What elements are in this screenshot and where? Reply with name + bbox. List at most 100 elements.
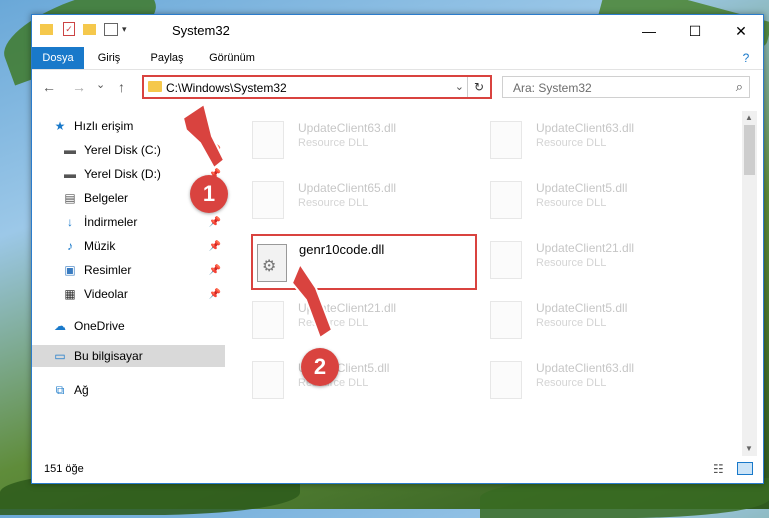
maximize-button[interactable]: ☐ bbox=[672, 15, 718, 47]
sidebar-item-videos[interactable]: ▦ Videolar 📌 bbox=[62, 283, 225, 305]
address-bar[interactable]: C:\Windows\System32 ⌄ ↻ bbox=[142, 75, 492, 99]
back-icon[interactable]: ← bbox=[42, 79, 56, 95]
minimize-button[interactable]: — bbox=[626, 15, 672, 47]
search-input[interactable]: Ara: System32 ⌕ bbox=[502, 76, 750, 98]
sidebar-item-music[interactable]: ♪ Müzik 📌 bbox=[62, 235, 225, 257]
item-count: 151 öğe bbox=[44, 463, 84, 475]
computer-icon: ▭ bbox=[54, 349, 66, 363]
scroll-thumb[interactable] bbox=[744, 125, 755, 175]
videos-icon: ▦ bbox=[64, 287, 76, 301]
window-title: System32 bbox=[172, 23, 230, 38]
file-tile[interactable]: UpdateClient21.dll Resource DLL bbox=[230, 295, 450, 345]
sidebar-item-label: Resimler bbox=[84, 263, 132, 277]
file-name: UpdateClient63.dll bbox=[298, 121, 397, 135]
refresh-icon[interactable]: ↻ bbox=[467, 77, 490, 97]
sidebar-item-local-disk-c[interactable]: ▬ Yerel Disk (C:) 📌 bbox=[62, 139, 225, 161]
new-folder-icon[interactable] bbox=[83, 23, 96, 35]
star-icon: ★ bbox=[54, 119, 66, 133]
sidebar-item-quick-access[interactable]: ★ Hızlı erişim bbox=[52, 115, 225, 137]
tab-file[interactable]: Dosya bbox=[32, 47, 84, 69]
sidebar-item-label: Ağ bbox=[74, 383, 89, 397]
folder-icon bbox=[148, 81, 162, 92]
scroll-up-icon[interactable]: ▲ bbox=[745, 113, 753, 122]
explorer-window: ✓ ▾ System32 — ☐ ✕ Dosya Giriş Paylaş Gö… bbox=[31, 14, 764, 484]
recent-locations-icon[interactable]: ⌄ bbox=[96, 78, 105, 91]
dll-file-icon bbox=[490, 361, 522, 399]
gear-icon: ⚙ bbox=[262, 258, 277, 275]
file-name: UpdateClient21.dll bbox=[298, 301, 397, 315]
dll-file-icon bbox=[252, 121, 284, 159]
scroll-down-icon[interactable]: ▼ bbox=[745, 444, 753, 453]
file-tile[interactable]: UpdateClient5.dll Resource DLL bbox=[230, 355, 450, 405]
music-icon: ♪ bbox=[67, 239, 73, 253]
view-icon[interactable] bbox=[104, 22, 118, 36]
customize-dropdown-icon[interactable]: ▾ bbox=[122, 24, 127, 35]
tab-view[interactable]: Görünüm bbox=[200, 47, 264, 69]
network-icon: ⧉ bbox=[55, 382, 65, 397]
highlighted-file-tile[interactable]: ⚙ genr10code.dll bbox=[251, 234, 477, 290]
large-icons-view-icon[interactable] bbox=[737, 462, 753, 475]
title-bar: ✓ ▾ System32 — ☐ ✕ bbox=[32, 15, 763, 47]
file-tile[interactable]: UpdateClient63.dll Resource DLL bbox=[468, 115, 688, 165]
pin-icon: 📌 bbox=[208, 240, 221, 252]
file-tile[interactable]: UpdateClient63.dll Resource DLL bbox=[230, 115, 450, 165]
file-tile[interactable]: UpdateClient5.dll Resource DLL bbox=[468, 295, 688, 345]
file-tile[interactable]: UpdateClient5.dll Resource DLL bbox=[468, 175, 688, 225]
sidebar-item-downloads[interactable]: ↓ İndirmeler 📌 bbox=[62, 211, 225, 233]
drive-icon: ▬ bbox=[64, 143, 76, 157]
dll-file-icon bbox=[252, 301, 284, 339]
ribbon-tabs: Dosya Giriş Paylaş Görünüm ? bbox=[32, 47, 763, 70]
navigation-pane: ★ Hızlı erişim ▬ Yerel Disk (C:) 📌 ▬ Yer… bbox=[32, 111, 225, 441]
pin-icon: 📌 bbox=[208, 216, 221, 228]
navigation-bar: ← → ⌄ ↑ C:\Windows\System32 ⌄ ↻ Ara: Sys… bbox=[32, 70, 763, 104]
sidebar-item-label: Hızlı erişim bbox=[74, 119, 134, 133]
sidebar-item-this-pc[interactable]: ▭ Bu bilgisayar bbox=[32, 345, 225, 367]
file-name: UpdateClient5.dll bbox=[536, 181, 628, 195]
pin-icon: 📌 bbox=[208, 144, 221, 156]
sidebar-item-label: OneDrive bbox=[74, 319, 125, 333]
properties-icon[interactable]: ✓ bbox=[63, 22, 75, 36]
dll-file-icon bbox=[252, 181, 284, 219]
dll-file-icon bbox=[490, 241, 522, 279]
sidebar-item-label: Videolar bbox=[84, 287, 128, 301]
up-icon[interactable]: ↑ bbox=[118, 79, 125, 95]
file-type: Resource DLL bbox=[298, 197, 369, 209]
search-placeholder: Ara: System32 bbox=[513, 81, 592, 95]
help-icon[interactable]: ? bbox=[736, 47, 756, 69]
file-type: Resource DLL bbox=[536, 137, 607, 149]
file-tile[interactable]: UpdateClient21.dll Resource DLL bbox=[468, 235, 688, 285]
sidebar-item-label: İndirmeler bbox=[84, 215, 138, 229]
file-name: UpdateClient5.dll bbox=[536, 301, 628, 315]
search-icon: ⌕ bbox=[735, 79, 743, 94]
step-badge-2: 2 bbox=[301, 348, 339, 386]
file-tile[interactable]: UpdateClient63.dll Resource DLL bbox=[468, 355, 688, 405]
forward-icon[interactable]: → bbox=[72, 79, 86, 95]
sidebar-item-network[interactable]: ⧉ Ağ bbox=[52, 379, 225, 401]
details-view-icon[interactable]: ☷ bbox=[713, 462, 724, 476]
sidebar-item-label: Müzik bbox=[84, 239, 116, 253]
sidebar-item-label: Yerel Disk (C:) bbox=[84, 143, 161, 157]
tab-home[interactable]: Giriş bbox=[84, 47, 134, 69]
background-leaf bbox=[480, 478, 769, 518]
sidebar-item-pictures[interactable]: ▣ Resimler 📌 bbox=[62, 259, 225, 281]
close-button[interactable]: ✕ bbox=[718, 15, 764, 47]
sidebar-item-label: Yerel Disk (D:) bbox=[84, 167, 161, 181]
dll-file-icon bbox=[490, 121, 522, 159]
folder-icon[interactable] bbox=[40, 23, 53, 35]
sidebar-item-onedrive[interactable]: ☁ OneDrive bbox=[52, 315, 225, 337]
address-dropdown-icon[interactable]: ⌄ bbox=[455, 80, 464, 93]
address-path: C:\Windows\System32 bbox=[166, 81, 287, 95]
status-bar: 151 öğe ☷ bbox=[32, 457, 763, 481]
file-name: UpdateClient65.dll bbox=[298, 181, 397, 195]
quick-access-toolbar: ✓ ▾ bbox=[40, 22, 127, 36]
pin-icon: 📌 bbox=[208, 288, 221, 300]
step-badge-1: 1 bbox=[190, 175, 228, 213]
tab-share[interactable]: Paylaş bbox=[140, 47, 194, 69]
vertical-scrollbar[interactable]: ▲ ▼ bbox=[742, 111, 757, 456]
highlighted-file-name: genr10code.dll bbox=[299, 242, 385, 257]
file-name: UpdateClient63.dll bbox=[536, 121, 635, 135]
file-tile[interactable]: UpdateClient65.dll Resource DLL bbox=[230, 175, 450, 225]
dll-file-icon bbox=[490, 301, 522, 339]
file-type: Resource DLL bbox=[536, 317, 607, 329]
file-type: Resource DLL bbox=[298, 137, 369, 149]
